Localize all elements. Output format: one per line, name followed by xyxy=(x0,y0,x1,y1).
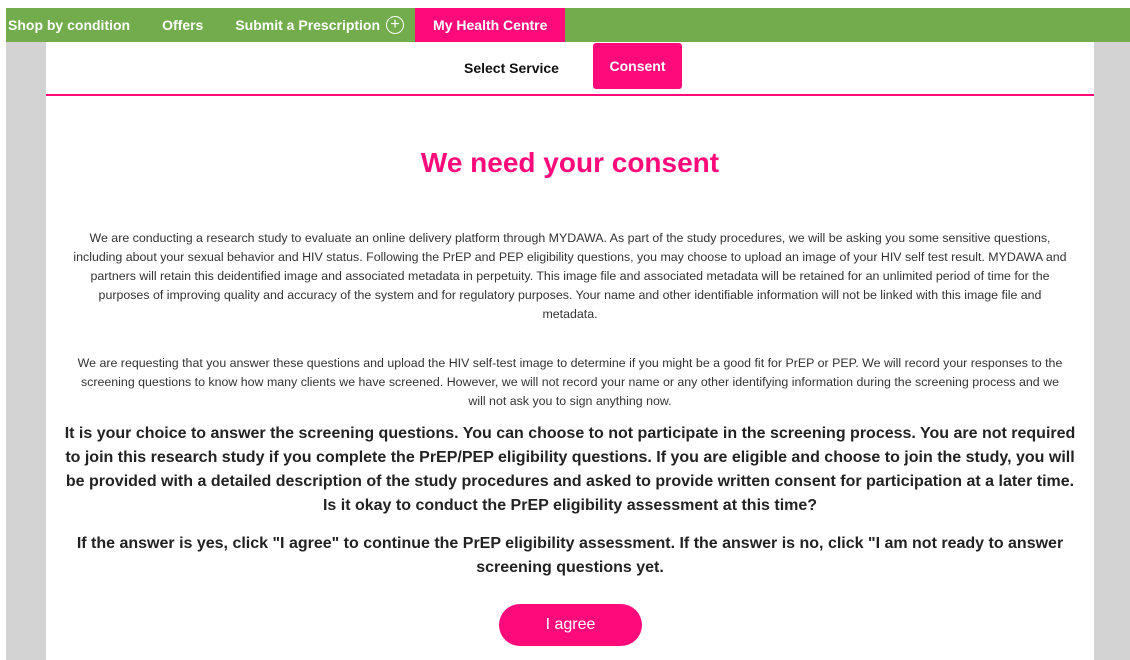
consent-paragraph-1: We are conducting a research study to ev… xyxy=(73,231,1067,321)
agree-button[interactable]: I agree xyxy=(499,604,642,646)
page-title: We need your consent xyxy=(420,147,720,178)
nav-shop-by-condition[interactable]: Shop by condition xyxy=(8,8,130,42)
consent-card: Select Service Consent We need your cons… xyxy=(46,42,1094,660)
plus-circle-icon: + xyxy=(386,16,405,34)
step-select-service[interactable]: Select Service xyxy=(464,60,559,76)
step-consent[interactable]: Consent xyxy=(593,43,682,89)
nav-submit-prescription[interactable]: Submit a Prescription + xyxy=(235,8,405,42)
consent-choice-statement: It is your choice to answer the screenin… xyxy=(64,425,1076,514)
nav-my-health-centre[interactable]: My Health Centre xyxy=(415,8,566,42)
step-tabs: Select Service Consent xyxy=(46,42,1094,96)
nav-offers[interactable]: Offers xyxy=(162,8,203,42)
consent-instructions: If the answer is yes, click "I agree" to… xyxy=(76,535,1064,576)
top-navigation: Shop by condition Offers Submit a Prescr… xyxy=(6,8,1130,42)
nav-submit-prescription-label: Submit a Prescription xyxy=(235,17,381,33)
consent-paragraph-2: We are requesting that you answer these … xyxy=(77,356,1063,408)
